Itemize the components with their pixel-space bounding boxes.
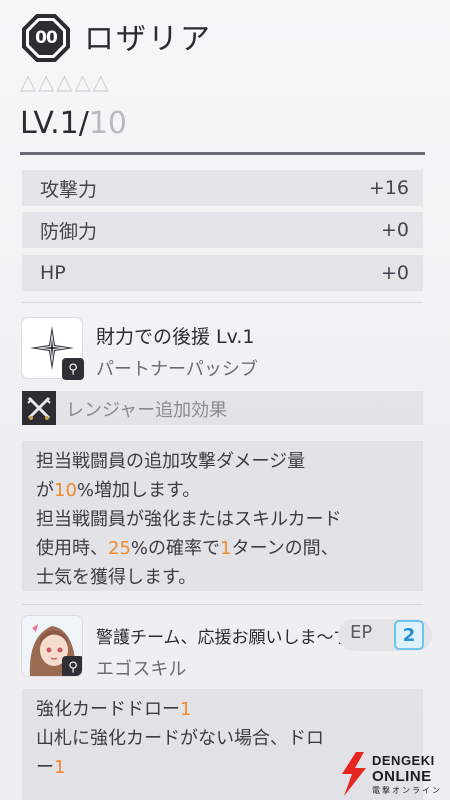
level-max: 10 — [88, 106, 127, 141]
character-name: ロザリア — [84, 22, 212, 57]
watermark-line2: ONLINE — [372, 768, 432, 785]
level-divider — [20, 152, 425, 155]
stat-label: 攻撃力 — [40, 178, 98, 201]
magnify-icon[interactable]: ⚲ — [62, 656, 82, 676]
desc-line: 担当戦闘員が強化またはスキルカード — [36, 509, 342, 530]
crossed-swords-icon — [22, 391, 56, 425]
stat-value: +0 — [380, 262, 409, 284]
level-current: LV.1/ — [20, 106, 89, 141]
watermark-line3: 電撃オンライン — [372, 786, 442, 795]
divider — [22, 604, 423, 605]
rarity-badge: 00 — [22, 14, 70, 62]
desc-line: 士気を獲得します。 — [36, 567, 197, 588]
desc-line: が10%増加します。 — [36, 480, 201, 501]
desc-line: 山札に強化カードがない場合、ドロ — [36, 728, 324, 749]
badge-number: 00 — [29, 21, 63, 55]
divider — [22, 302, 423, 303]
passive-skill-title: 財力での後援 Lv.1 — [96, 326, 255, 348]
stat-value: +16 — [368, 177, 409, 199]
limit-break-stars: △△△△△ — [20, 70, 111, 94]
dengeki-logo-icon — [342, 752, 366, 796]
stat-label: HP — [40, 262, 66, 284]
stat-row-attack: 攻撃力 +16 — [22, 170, 423, 206]
ego-skill-title: 警護チーム、応援お願いしま〜す！ — [96, 628, 368, 648]
desc-line: 使用時、25%の確率で1ターンの間、 — [36, 538, 339, 559]
watermark-line1: DENGEKI — [372, 753, 435, 768]
ego-skill-subtitle: エゴスキル — [96, 659, 187, 680]
stat-value: +0 — [380, 219, 409, 241]
ep-label: EP — [350, 622, 373, 643]
passive-skill-description: 担当戦闘員の追加攻撃ダメージ量 が10%増加します。 担当戦闘員が強化またはスキ… — [22, 441, 423, 591]
ranger-effect-label: レンジャー追加効果 — [66, 400, 228, 421]
ep-value: 2 — [394, 620, 424, 650]
passive-skill-subtitle: パートナーパッシブ — [96, 359, 258, 380]
desc-line: 強化カードドロー1 — [36, 699, 192, 720]
passive-skill-icon-button[interactable]: ⚲ — [22, 318, 84, 380]
stat-row-defense: 防御力 +0 — [22, 212, 423, 248]
ego-skill-icon-button[interactable]: ⚲ — [22, 616, 82, 676]
magnify-icon[interactable]: ⚲ — [62, 358, 84, 380]
level-display: LV.1/10 — [20, 106, 127, 141]
desc-line: 担当戦闘員の追加攻撃ダメージ量 — [36, 451, 306, 472]
stat-row-hp: HP +0 — [22, 255, 423, 291]
stat-label: 防御力 — [40, 220, 98, 243]
